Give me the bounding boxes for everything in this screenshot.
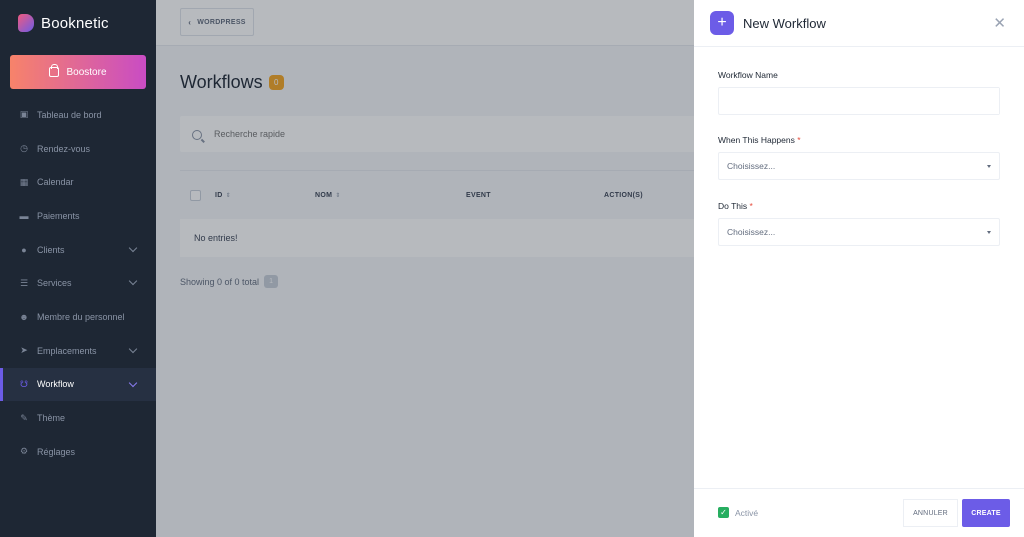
- chevron-down-icon: [128, 243, 138, 252]
- sidebar-item-payments[interactable]: ▬ Paiements: [0, 199, 156, 233]
- user-icon: ☻: [19, 311, 29, 322]
- workflow-name-input[interactable]: [727, 88, 999, 114]
- sidebar-item-label: Rendez-vous: [37, 143, 91, 154]
- sidebar-item-theme[interactable]: ✎ Thème: [0, 401, 156, 435]
- workflow-icon: ☋: [20, 378, 28, 389]
- select-value: Choisissez...: [727, 161, 776, 171]
- booknetic-logo-icon: [18, 14, 34, 32]
- calendar-icon: ▦: [19, 176, 29, 187]
- sidebar-item-calendar[interactable]: ▦ Calendar: [0, 165, 156, 199]
- chevron-down-icon: [128, 344, 138, 354]
- panel-title: New Workflow: [743, 15, 826, 31]
- sidebar-item-label: Membre du personnel: [37, 311, 125, 322]
- create-button[interactable]: CREATE: [962, 499, 1010, 527]
- do-this-select[interactable]: Choisissez...: [718, 218, 1000, 246]
- select-value: Choisissez...: [727, 227, 776, 237]
- caret-down-icon: [987, 231, 991, 234]
- required-mark: *: [749, 201, 753, 211]
- sidebar-item-label: Clients: [37, 244, 65, 255]
- sidebar-item-customers[interactable]: ● Clients: [0, 233, 156, 267]
- modal-backdrop[interactable]: [156, 0, 694, 537]
- cube-icon: ▣: [19, 109, 29, 120]
- when-this-happens-select[interactable]: Choisissez...: [718, 152, 1000, 180]
- close-icon[interactable]: ✕: [993, 14, 1006, 32]
- sidebar-item-dashboard[interactable]: ▣ Tableau de bord: [0, 98, 156, 132]
- brand-name: Booknetic: [41, 14, 109, 32]
- plus-icon: +: [710, 11, 734, 35]
- workflow-name-field: Workflow Name: [718, 70, 1000, 115]
- credit-card-icon: ▬: [19, 210, 29, 221]
- shopping-bag-icon: [49, 64, 60, 77]
- sidebar-item-staff[interactable]: ☻ Membre du personnel: [0, 300, 156, 334]
- sidebar-item-label: Thème: [37, 413, 66, 424]
- sidebar-item-locations[interactable]: ➤ Emplacements: [0, 334, 156, 368]
- sidebar-item-label: Paiements: [37, 210, 80, 221]
- boostore-label: Boostore: [66, 66, 107, 78]
- list-icon: ☰: [19, 277, 29, 288]
- sidebar-item-label: Workflow: [37, 379, 74, 390]
- sidebar-nav: ▣ Tableau de bord ◷ Rendez-vous ▦ Calend…: [0, 98, 156, 469]
- checkbox-checked-icon[interactable]: ✓: [718, 507, 729, 518]
- sidebar-item-services[interactable]: ☰ Services: [0, 266, 156, 300]
- sidebar-item-label: Services: [37, 278, 72, 289]
- cancel-button[interactable]: ANNULER: [903, 499, 958, 527]
- when-this-happens-field: When This Happens * Choisissez...: [718, 135, 1000, 180]
- caret-down-icon: [987, 165, 991, 168]
- sidebar-item-label: Emplacements: [37, 345, 97, 356]
- required-mark: *: [797, 135, 801, 145]
- location-arrow-icon: ➤: [20, 345, 28, 356]
- new-workflow-panel: + New Workflow ✕ Workflow Name When This…: [694, 0, 1024, 537]
- panel-footer: ✓ Activé ANNULER CREATE: [694, 488, 1024, 537]
- sidebar-item-label: Réglages: [37, 446, 76, 457]
- sidebar-item-label: Calendar: [37, 177, 74, 188]
- sidebar-item-workflow[interactable]: ☋ Workflow: [0, 367, 156, 402]
- boostore-button[interactable]: Boostore: [10, 55, 146, 89]
- brush-icon: ✎: [20, 412, 28, 423]
- sidebar-item-label: Tableau de bord: [37, 109, 102, 120]
- users-icon: ●: [21, 244, 27, 255]
- clock-icon: ◷: [20, 143, 28, 154]
- chevron-down-icon: [128, 277, 138, 286]
- when-this-happens-label: When This Happens *: [718, 135, 801, 145]
- workflow-name-label: Workflow Name: [718, 70, 778, 80]
- active-toggle[interactable]: ✓ Activé: [718, 507, 758, 518]
- sidebar-item-settings[interactable]: ⚙ Réglages: [0, 435, 156, 469]
- workflow-name-input-wrapper: [718, 87, 1000, 115]
- sidebar: Booknetic Boostore ▣ Tableau de bord ◷ R…: [0, 0, 156, 537]
- active-label: Activé: [735, 507, 759, 518]
- chevron-down-icon: [128, 378, 138, 387]
- gear-icon: ⚙: [19, 446, 29, 457]
- do-this-field: Do This * Choisissez...: [718, 201, 1000, 246]
- brand[interactable]: Booknetic: [0, 0, 156, 46]
- panel-header: + New Workflow ✕: [694, 0, 1024, 47]
- sidebar-item-appointments[interactable]: ◷ Rendez-vous: [0, 132, 156, 166]
- do-this-label: Do This *: [718, 201, 753, 211]
